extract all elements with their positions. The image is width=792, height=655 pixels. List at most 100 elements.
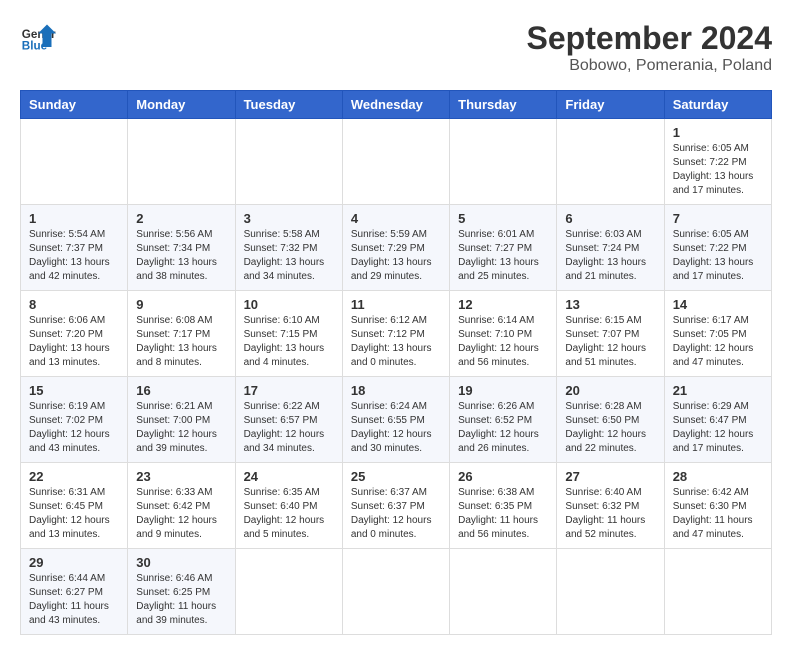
calendar-cell: 19 Sunrise: 6:26 AMSunset: 6:52 PMDaylig…: [450, 377, 557, 463]
day-number: 17: [244, 383, 334, 398]
day-number: 1: [29, 211, 119, 226]
calendar-cell: [342, 119, 449, 205]
calendar-cell: 22 Sunrise: 6:31 AMSunset: 6:45 PMDaylig…: [21, 463, 128, 549]
day-info: Sunrise: 6:31 AMSunset: 6:45 PMDaylight:…: [29, 486, 119, 542]
day-info: Sunrise: 5:54 AMSunset: 7:37 PMDaylight:…: [29, 228, 119, 284]
day-of-week-header: Thursday: [450, 91, 557, 119]
day-number: 4: [351, 211, 441, 226]
day-info: Sunrise: 6:37 AMSunset: 6:37 PMDaylight:…: [351, 486, 441, 542]
day-number: 18: [351, 383, 441, 398]
day-info: Sunrise: 6:10 AMSunset: 7:15 PMDaylight:…: [244, 314, 334, 370]
day-number: 21: [673, 383, 763, 398]
day-number: 14: [673, 297, 763, 312]
calendar-cell: 27 Sunrise: 6:40 AMSunset: 6:32 PMDaylig…: [557, 463, 664, 549]
day-info: Sunrise: 6:08 AMSunset: 7:17 PMDaylight:…: [136, 314, 226, 370]
calendar-cell: 11 Sunrise: 6:12 AMSunset: 7:12 PMDaylig…: [342, 291, 449, 377]
calendar-week-row: 1 Sunrise: 6:05 AMSunset: 7:22 PMDayligh…: [21, 119, 772, 205]
day-number: 24: [244, 469, 334, 484]
calendar-cell: 6 Sunrise: 6:03 AMSunset: 7:24 PMDayligh…: [557, 205, 664, 291]
calendar-cell: 7 Sunrise: 6:05 AMSunset: 7:22 PMDayligh…: [664, 205, 771, 291]
calendar-cell: [664, 549, 771, 635]
day-of-week-header: Tuesday: [235, 91, 342, 119]
calendar-cell: 12 Sunrise: 6:14 AMSunset: 7:10 PMDaylig…: [450, 291, 557, 377]
calendar-cell: 14 Sunrise: 6:17 AMSunset: 7:05 PMDaylig…: [664, 291, 771, 377]
calendar-cell: 23 Sunrise: 6:33 AMSunset: 6:42 PMDaylig…: [128, 463, 235, 549]
page-subtitle: Bobowo, Pomerania, Poland: [527, 57, 772, 75]
day-info: Sunrise: 6:44 AMSunset: 6:27 PMDaylight:…: [29, 572, 119, 628]
calendar-cell: 1 Sunrise: 6:05 AMSunset: 7:22 PMDayligh…: [664, 119, 771, 205]
calendar-cell: 16 Sunrise: 6:21 AMSunset: 7:00 PMDaylig…: [128, 377, 235, 463]
calendar-cell: [235, 549, 342, 635]
day-number: 9: [136, 297, 226, 312]
page-header: General Blue September 2024 Bobowo, Pome…: [20, 20, 772, 75]
day-number: 19: [458, 383, 548, 398]
calendar-cell: 18 Sunrise: 6:24 AMSunset: 6:55 PMDaylig…: [342, 377, 449, 463]
calendar-cell: 21 Sunrise: 6:29 AMSunset: 6:47 PMDaylig…: [664, 377, 771, 463]
day-number: 8: [29, 297, 119, 312]
calendar-cell: 8 Sunrise: 6:06 AMSunset: 7:20 PMDayligh…: [21, 291, 128, 377]
day-info: Sunrise: 6:12 AMSunset: 7:12 PMDaylight:…: [351, 314, 441, 370]
calendar-table: SundayMondayTuesdayWednesdayThursdayFrid…: [20, 90, 772, 635]
day-info: Sunrise: 6:21 AMSunset: 7:00 PMDaylight:…: [136, 400, 226, 456]
day-info: Sunrise: 6:17 AMSunset: 7:05 PMDaylight:…: [673, 314, 763, 370]
calendar-cell: [342, 549, 449, 635]
day-info: Sunrise: 5:59 AMSunset: 7:29 PMDaylight:…: [351, 228, 441, 284]
calendar-cell: 3 Sunrise: 5:58 AMSunset: 7:32 PMDayligh…: [235, 205, 342, 291]
calendar-cell: 25 Sunrise: 6:37 AMSunset: 6:37 PMDaylig…: [342, 463, 449, 549]
day-of-week-header: Saturday: [664, 91, 771, 119]
day-info: Sunrise: 6:38 AMSunset: 6:35 PMDaylight:…: [458, 486, 548, 542]
logo-icon: General Blue: [20, 20, 56, 56]
calendar-cell: [557, 549, 664, 635]
day-info: Sunrise: 6:26 AMSunset: 6:52 PMDaylight:…: [458, 400, 548, 456]
day-number: 5: [458, 211, 548, 226]
day-of-week-header: Friday: [557, 91, 664, 119]
day-info: Sunrise: 6:28 AMSunset: 6:50 PMDaylight:…: [565, 400, 655, 456]
calendar-cell: 17 Sunrise: 6:22 AMSunset: 6:57 PMDaylig…: [235, 377, 342, 463]
day-info: Sunrise: 6:35 AMSunset: 6:40 PMDaylight:…: [244, 486, 334, 542]
day-number: 30: [136, 555, 226, 570]
page-title: September 2024: [527, 20, 772, 57]
day-info: Sunrise: 6:40 AMSunset: 6:32 PMDaylight:…: [565, 486, 655, 542]
calendar-week-row: 8 Sunrise: 6:06 AMSunset: 7:20 PMDayligh…: [21, 291, 772, 377]
calendar-header-row: SundayMondayTuesdayWednesdayThursdayFrid…: [21, 91, 772, 119]
day-info: Sunrise: 6:14 AMSunset: 7:10 PMDaylight:…: [458, 314, 548, 370]
day-of-week-header: Sunday: [21, 91, 128, 119]
day-info: Sunrise: 6:01 AMSunset: 7:27 PMDaylight:…: [458, 228, 548, 284]
calendar-week-row: 15 Sunrise: 6:19 AMSunset: 7:02 PMDaylig…: [21, 377, 772, 463]
day-number: 20: [565, 383, 655, 398]
calendar-cell: 1 Sunrise: 5:54 AMSunset: 7:37 PMDayligh…: [21, 205, 128, 291]
day-number: 10: [244, 297, 334, 312]
day-number: 29: [29, 555, 119, 570]
day-info: Sunrise: 6:05 AMSunset: 7:22 PMDaylight:…: [673, 228, 763, 284]
calendar-cell: [450, 549, 557, 635]
calendar-cell: [128, 119, 235, 205]
day-of-week-header: Wednesday: [342, 91, 449, 119]
day-info: Sunrise: 6:46 AMSunset: 6:25 PMDaylight:…: [136, 572, 226, 628]
calendar-cell: 28 Sunrise: 6:42 AMSunset: 6:30 PMDaylig…: [664, 463, 771, 549]
day-info: Sunrise: 6:19 AMSunset: 7:02 PMDaylight:…: [29, 400, 119, 456]
day-info: Sunrise: 6:15 AMSunset: 7:07 PMDaylight:…: [565, 314, 655, 370]
day-number: 7: [673, 211, 763, 226]
day-number: 1: [673, 125, 763, 140]
day-info: Sunrise: 6:06 AMSunset: 7:20 PMDaylight:…: [29, 314, 119, 370]
day-number: 28: [673, 469, 763, 484]
day-info: Sunrise: 6:33 AMSunset: 6:42 PMDaylight:…: [136, 486, 226, 542]
day-number: 23: [136, 469, 226, 484]
day-of-week-header: Monday: [128, 91, 235, 119]
calendar-cell: 26 Sunrise: 6:38 AMSunset: 6:35 PMDaylig…: [450, 463, 557, 549]
day-number: 27: [565, 469, 655, 484]
calendar-cell: 30 Sunrise: 6:46 AMSunset: 6:25 PMDaylig…: [128, 549, 235, 635]
day-number: 22: [29, 469, 119, 484]
day-number: 12: [458, 297, 548, 312]
day-number: 13: [565, 297, 655, 312]
calendar-cell: 24 Sunrise: 6:35 AMSunset: 6:40 PMDaylig…: [235, 463, 342, 549]
day-info: Sunrise: 6:03 AMSunset: 7:24 PMDaylight:…: [565, 228, 655, 284]
calendar-week-row: 22 Sunrise: 6:31 AMSunset: 6:45 PMDaylig…: [21, 463, 772, 549]
calendar-cell: 4 Sunrise: 5:59 AMSunset: 7:29 PMDayligh…: [342, 205, 449, 291]
calendar-week-row: 1 Sunrise: 5:54 AMSunset: 7:37 PMDayligh…: [21, 205, 772, 291]
calendar-cell: 10 Sunrise: 6:10 AMSunset: 7:15 PMDaylig…: [235, 291, 342, 377]
calendar-cell: [21, 119, 128, 205]
day-info: Sunrise: 5:56 AMSunset: 7:34 PMDaylight:…: [136, 228, 226, 284]
day-number: 16: [136, 383, 226, 398]
calendar-cell: 29 Sunrise: 6:44 AMSunset: 6:27 PMDaylig…: [21, 549, 128, 635]
